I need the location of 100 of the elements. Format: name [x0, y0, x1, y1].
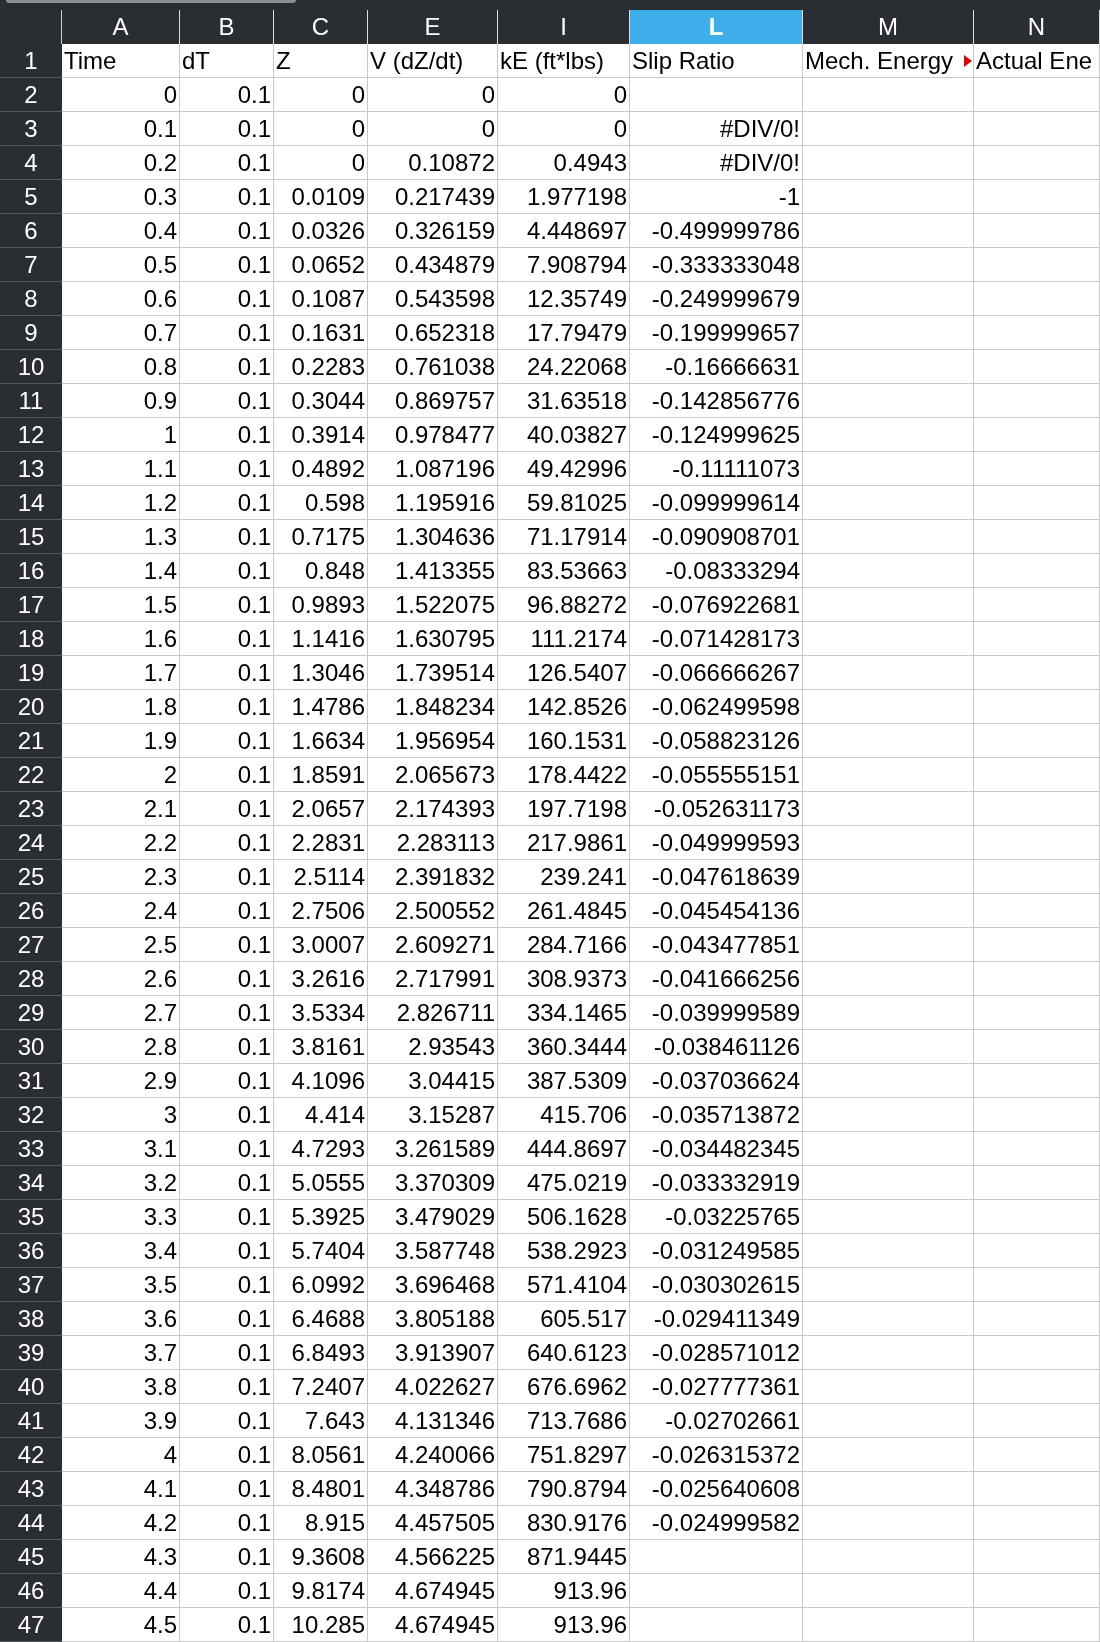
row-number[interactable]: 12 — [0, 418, 62, 452]
scrollbar-thumb[interactable] — [6, 0, 296, 3]
row-number[interactable]: 43 — [0, 1472, 62, 1506]
row-number[interactable]: 39 — [0, 1336, 62, 1370]
row-number[interactable]: 37 — [0, 1268, 62, 1302]
row-number[interactable]: 17 — [0, 588, 62, 622]
row-number[interactable]: 6 — [0, 214, 62, 248]
table-cell: -0.024999582 — [630, 1506, 803, 1540]
row-number[interactable]: 38 — [0, 1302, 62, 1336]
table-cell: 217.9861 — [498, 826, 630, 860]
table-cell: 0.1 — [180, 1540, 274, 1574]
row-number[interactable]: 10 — [0, 350, 62, 384]
row-number[interactable]: 2 — [0, 78, 62, 112]
row-number[interactable]: 16 — [0, 554, 62, 588]
table-cell: 751.8297 — [498, 1438, 630, 1472]
table-cell: 0.1 — [180, 248, 274, 282]
row-number[interactable]: 30 — [0, 1030, 62, 1064]
table-cell: 571.4104 — [498, 1268, 630, 1302]
row-number[interactable]: 21 — [0, 724, 62, 758]
row-number[interactable]: 27 — [0, 928, 62, 962]
row-number[interactable]: 23 — [0, 792, 62, 826]
table-cell: 4.448697 — [498, 214, 630, 248]
row-number[interactable]: 26 — [0, 894, 62, 928]
table-cell: 3.5334 — [274, 996, 368, 1030]
table-cell: 0.1 — [180, 146, 274, 180]
row-number[interactable]: 45 — [0, 1540, 62, 1574]
row-number[interactable]: 28 — [0, 962, 62, 996]
row-number[interactable]: 4 — [0, 146, 62, 180]
table-cell: 0.3044 — [274, 384, 368, 418]
row-number[interactable]: 40 — [0, 1370, 62, 1404]
table-cell: 9.8174 — [274, 1574, 368, 1608]
table-cell: 2.2831 — [274, 826, 368, 860]
row-number[interactable]: 18 — [0, 622, 62, 656]
table-cell: 913.96 — [498, 1608, 630, 1642]
table-cell: 0.434879 — [368, 248, 498, 282]
row-number[interactable]: 3 — [0, 112, 62, 146]
table-cell: Mech. Energy — [805, 46, 954, 75]
table-cell: 142.8526 — [498, 690, 630, 724]
column-header[interactable]: E — [368, 10, 498, 44]
row-number[interactable]: 35 — [0, 1200, 62, 1234]
row-number[interactable]: 9 — [0, 316, 62, 350]
table-cell: 0.1 — [180, 1608, 274, 1642]
table-cell: 6.4688 — [274, 1302, 368, 1336]
row-number[interactable]: 15 — [0, 520, 62, 554]
table-cell: -0.030302615 — [630, 1268, 803, 1302]
table-cell: 2.9 — [62, 1064, 180, 1098]
table-cell: 2.717991 — [368, 962, 498, 996]
row-number[interactable]: 31 — [0, 1064, 62, 1098]
table-cell: 4.7293 — [274, 1132, 368, 1166]
table-cell: 0.1 — [180, 78, 274, 112]
column-header[interactable]: M — [803, 10, 974, 44]
table-cell: 0.869757 — [368, 384, 498, 418]
table-cell: 2.2 — [62, 826, 180, 860]
row-number[interactable]: 22 — [0, 758, 62, 792]
table-cell: 0.1 — [180, 1200, 274, 1234]
table-cell: 1.7 — [62, 656, 180, 690]
row-number[interactable]: 46 — [0, 1574, 62, 1608]
column-header[interactable]: I — [498, 10, 630, 44]
table-cell: 475.0219 — [498, 1166, 630, 1200]
column-header[interactable]: A — [62, 10, 180, 44]
table-cell: #DIV/0! — [630, 146, 803, 180]
row-number[interactable]: 36 — [0, 1234, 62, 1268]
row-number[interactable]: 5 — [0, 180, 62, 214]
table-cell: 830.9176 — [498, 1506, 630, 1540]
row-number[interactable]: 34 — [0, 1166, 62, 1200]
table-cell: 0.1 — [180, 1404, 274, 1438]
table-cell: 0.1 — [180, 758, 274, 792]
table-cell: 0.1 — [180, 1132, 274, 1166]
row-number[interactable]: 13 — [0, 452, 62, 486]
table-cell: 0.1 — [180, 1064, 274, 1098]
row-number[interactable]: 19 — [0, 656, 62, 690]
table-cell: 640.6123 — [498, 1336, 630, 1370]
table-cell: 5.7404 — [274, 1234, 368, 1268]
row-number[interactable]: 41 — [0, 1404, 62, 1438]
row-number[interactable]: 44 — [0, 1506, 62, 1540]
row-number[interactable]: 14 — [0, 486, 62, 520]
row-number[interactable]: 29 — [0, 996, 62, 1030]
row-number[interactable]: 8 — [0, 282, 62, 316]
column-header[interactable]: B — [180, 10, 274, 44]
row-number[interactable]: 47 — [0, 1608, 62, 1642]
column-header[interactable]: N — [974, 10, 1100, 44]
table-cell: 0.1 — [180, 1472, 274, 1506]
table-cell: 444.8697 — [498, 1132, 630, 1166]
column-header[interactable]: C — [274, 10, 368, 44]
table-cell: 0.9893 — [274, 588, 368, 622]
row-number[interactable]: 25 — [0, 860, 62, 894]
row-number[interactable]: 24 — [0, 826, 62, 860]
table-cell: 1.195916 — [368, 486, 498, 520]
table-cell: -0.043477851 — [630, 928, 803, 962]
row-number[interactable]: 20 — [0, 690, 62, 724]
table-cell: 2.826711 — [368, 996, 498, 1030]
table-cell: 3.7 — [62, 1336, 180, 1370]
row-number[interactable]: 32 — [0, 1098, 62, 1132]
table-cell: 1.739514 — [368, 656, 498, 690]
row-number[interactable]: 33 — [0, 1132, 62, 1166]
row-number[interactable]: 7 — [0, 248, 62, 282]
row-number[interactable]: 11 — [0, 384, 62, 418]
row-number[interactable]: 42 — [0, 1438, 62, 1472]
row-number[interactable]: 1 — [0, 44, 62, 78]
table-cell: 59.81025 — [498, 486, 630, 520]
